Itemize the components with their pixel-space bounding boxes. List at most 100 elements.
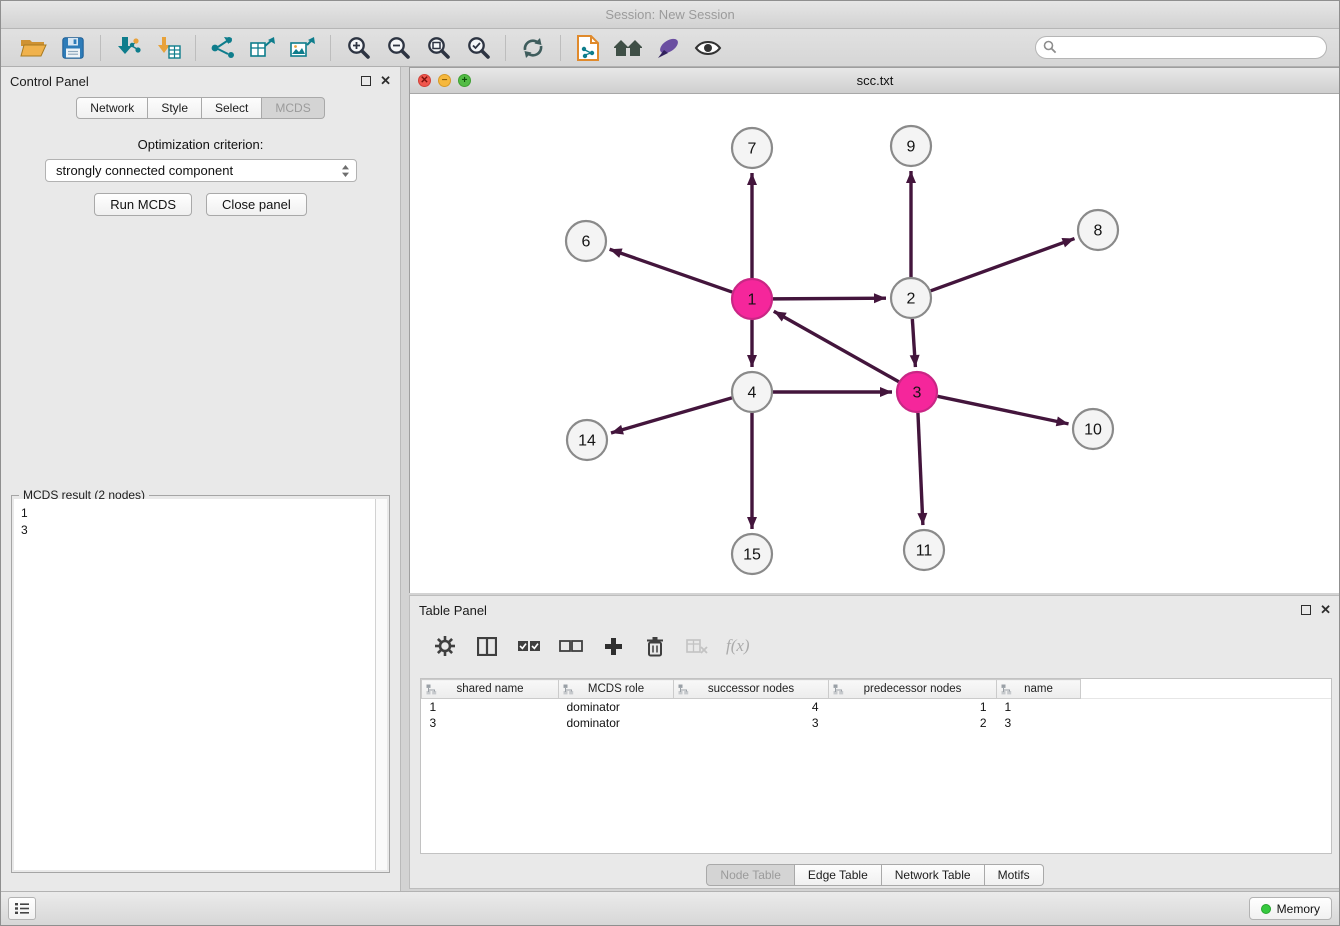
minimize-window-button[interactable]: −	[438, 74, 451, 87]
columns-icon	[477, 637, 497, 656]
column-sort-icon	[1001, 684, 1012, 695]
export-table-button[interactable]	[243, 32, 283, 64]
column-header-name[interactable]: name	[997, 680, 1081, 699]
result-scrollbar[interactable]	[375, 499, 387, 870]
toolbar-separator	[560, 35, 561, 61]
column-sort-icon	[426, 684, 437, 695]
table-toolbar: f(x)	[410, 624, 1340, 668]
mcds-result-groupbox: MCDS result (2 nodes) 1 3	[11, 495, 390, 873]
maximize-window-button[interactable]: +	[458, 74, 471, 87]
network-window-title: scc.txt	[410, 73, 1340, 88]
create-column-button[interactable]	[600, 633, 626, 659]
column-header-successor-nodes[interactable]: successor nodes	[674, 680, 829, 699]
table-panel: Table Panel ✕	[409, 595, 1340, 889]
select-all-button[interactable]	[516, 633, 542, 659]
tab-motifs[interactable]: Motifs	[985, 864, 1044, 886]
select-arrows-icon	[341, 164, 350, 178]
new-network-button[interactable]	[203, 32, 243, 64]
table-panel-title: Table Panel	[419, 603, 487, 618]
export-image-button[interactable]	[283, 32, 323, 64]
zoom-out-button[interactable]	[378, 32, 418, 64]
graph-edge-3-11[interactable]	[918, 413, 923, 525]
zoom-fit-icon	[426, 35, 451, 60]
graph-edge-1-6[interactable]	[610, 249, 733, 292]
tab-select[interactable]: Select	[202, 97, 262, 119]
column-sort-icon	[833, 684, 844, 695]
column-header-mcds-role[interactable]: MCDS role	[559, 680, 674, 699]
zoom-in-button[interactable]	[338, 32, 378, 64]
toolbar-separator	[100, 35, 101, 61]
toolbar-separator	[505, 35, 506, 61]
table-row[interactable]: 3 dominator 3 2 3	[422, 715, 1332, 731]
search-input[interactable]	[1035, 36, 1327, 59]
toolbar-separator	[195, 35, 196, 61]
mcds-result-text: 1 3	[14, 499, 375, 870]
delete-column-button[interactable]	[642, 633, 668, 659]
float-panel-icon[interactable]	[361, 76, 371, 86]
close-table-panel-icon[interactable]: ✕	[1320, 605, 1331, 615]
close-window-button[interactable]: ✕	[418, 74, 431, 87]
main-toolbar	[1, 29, 1339, 67]
graph-edge-2-3[interactable]	[912, 319, 915, 367]
memory-button[interactable]: Memory	[1249, 897, 1332, 920]
deselect-all-button[interactable]	[558, 633, 584, 659]
table-header-row: shared name MCDS role	[422, 680, 1332, 699]
graph-edge-4-14[interactable]	[611, 398, 732, 433]
first-neighbors-button[interactable]	[608, 32, 648, 64]
table-settings-button[interactable]	[432, 633, 458, 659]
refresh-icon	[520, 36, 546, 60]
show-hide-button[interactable]	[688, 32, 728, 64]
network-canvas[interactable]: 7968124314101511	[410, 94, 1340, 593]
table-browser-toggle-button[interactable]	[8, 897, 36, 920]
import-table-file-button[interactable]	[148, 32, 188, 64]
run-mcds-button[interactable]: Run MCDS	[94, 193, 192, 216]
control-panel: Control Panel ✕ Network Style Select MCD…	[1, 67, 401, 893]
select-all-icon	[517, 639, 541, 653]
network-window-titlebar: scc.txt ✕ − +	[410, 68, 1340, 94]
graph-edge-3-1[interactable]	[774, 311, 899, 381]
float-table-panel-icon[interactable]	[1301, 605, 1311, 615]
table-row[interactable]: 1 dominator 4 1 1	[422, 699, 1332, 715]
control-panel-tabs: Network Style Select MCDS	[1, 97, 400, 119]
node-table: shared name MCDS role	[421, 679, 1331, 731]
tab-style[interactable]: Style	[148, 97, 202, 119]
graph-node-label: 8	[1094, 223, 1103, 240]
graph-node-label: 4	[748, 385, 757, 402]
graph-edge-3-10[interactable]	[938, 396, 1069, 424]
column-sort-icon	[678, 684, 689, 695]
apply-layout-button[interactable]	[513, 32, 553, 64]
graph-node-label: 3	[913, 385, 922, 402]
list-icon	[14, 902, 30, 915]
column-header-shared-name[interactable]: shared name	[422, 680, 559, 699]
tab-mcds[interactable]: MCDS	[262, 97, 324, 119]
zoom-selected-button[interactable]	[458, 32, 498, 64]
tab-network[interactable]: Network	[76, 97, 148, 119]
import-network-database-button[interactable]	[568, 32, 608, 64]
graph-node-label: 14	[578, 433, 596, 450]
table-arrow-icon	[250, 36, 276, 60]
network-branch-icon	[210, 36, 236, 60]
show-columns-button[interactable]	[474, 633, 500, 659]
graph-edge-1-2[interactable]	[773, 298, 886, 299]
graph-node-label: 9	[907, 139, 916, 156]
tab-node-table[interactable]: Node Table	[706, 864, 795, 886]
apply-style-button[interactable]	[648, 32, 688, 64]
zoom-out-icon	[386, 35, 411, 60]
optimization-criterion-select[interactable]: strongly connected component	[45, 159, 357, 182]
open-session-button[interactable]	[13, 32, 53, 64]
import-network-file-button[interactable]	[108, 32, 148, 64]
tab-edge-table[interactable]: Edge Table	[795, 864, 882, 886]
column-sort-icon	[563, 684, 574, 695]
graph-edge-2-8[interactable]	[931, 239, 1075, 291]
gear-icon	[434, 635, 456, 657]
tab-network-table[interactable]: Network Table	[882, 864, 985, 886]
save-session-button[interactable]	[53, 32, 93, 64]
column-header-predecessor-nodes[interactable]: predecessor nodes	[829, 680, 997, 699]
import-network-icon	[114, 36, 142, 60]
close-panel-button[interactable]: Close panel	[206, 193, 307, 216]
network-graph: 7968124314101511	[410, 94, 1340, 593]
close-panel-icon[interactable]: ✕	[380, 76, 391, 86]
zoom-fit-button[interactable]	[418, 32, 458, 64]
memory-label: Memory	[1277, 902, 1320, 916]
plus-icon	[604, 637, 623, 656]
